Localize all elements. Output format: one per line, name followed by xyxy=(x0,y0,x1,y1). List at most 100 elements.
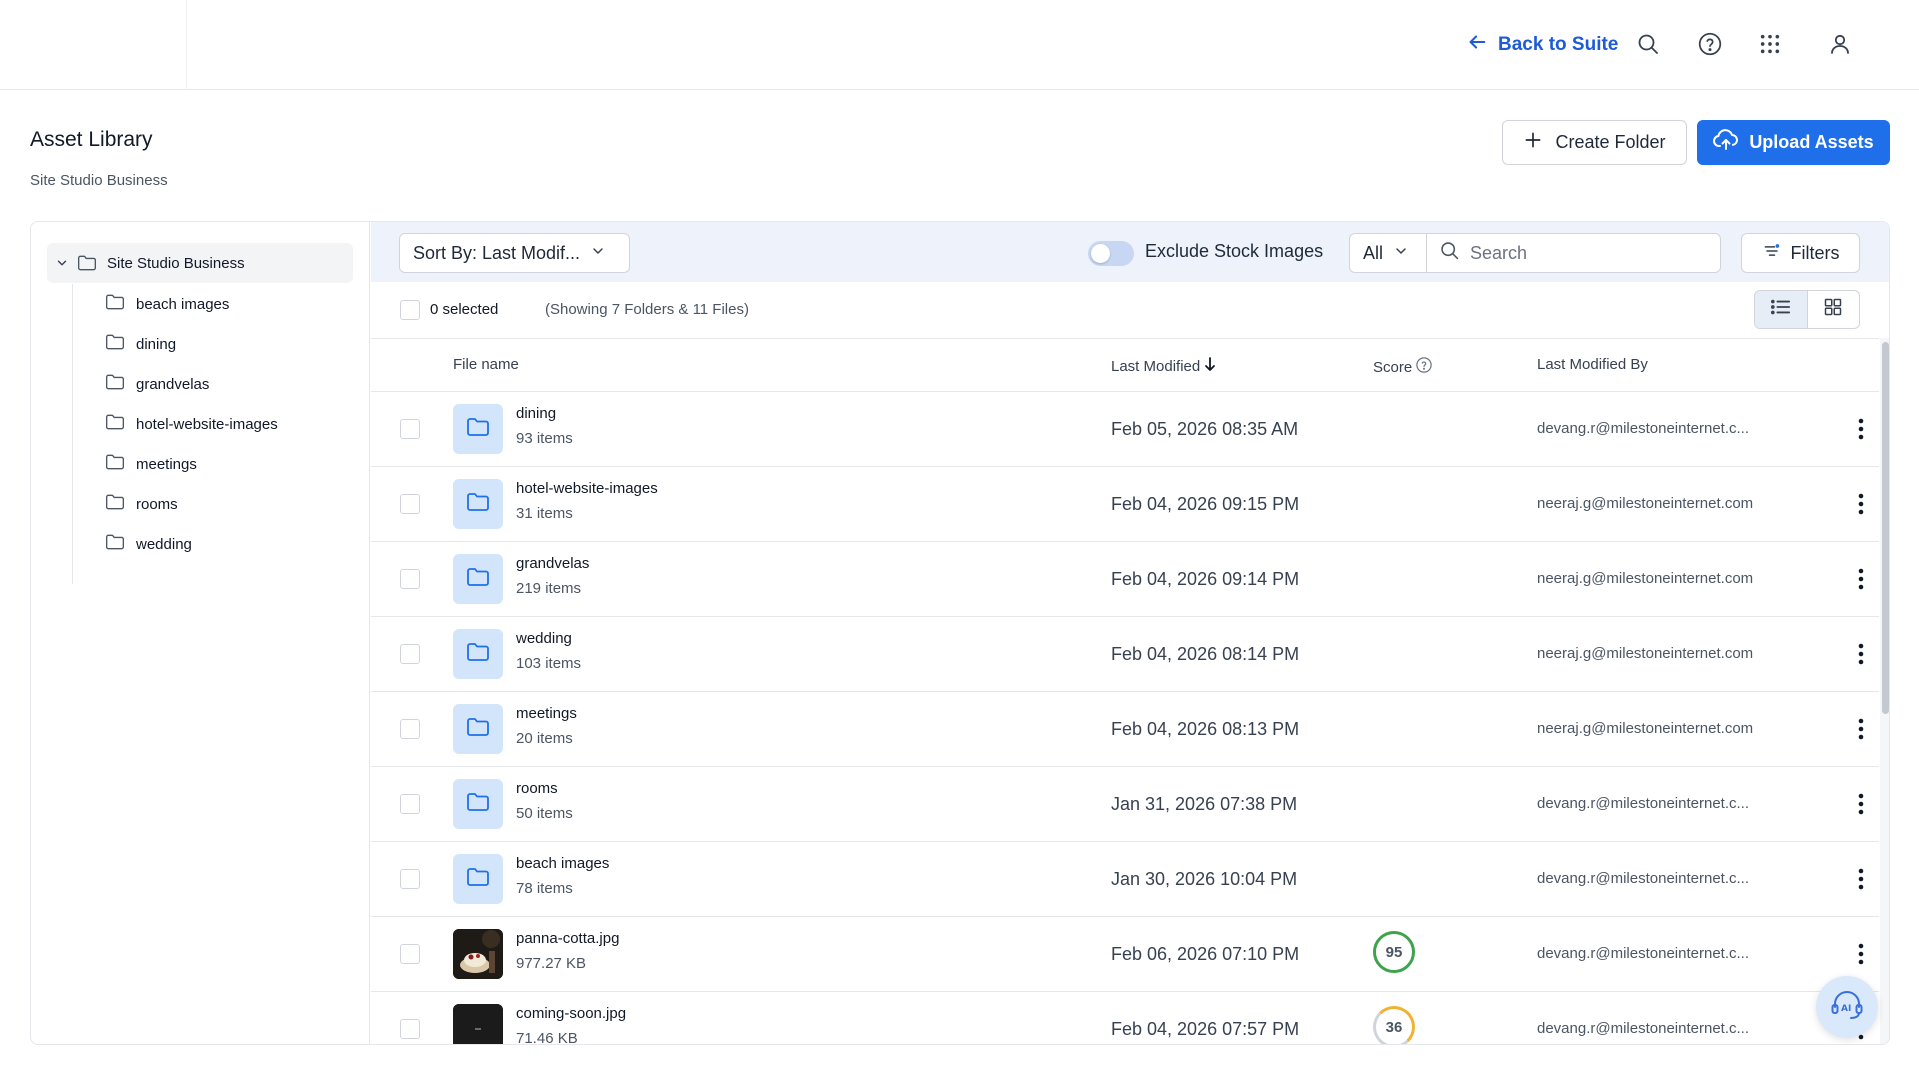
folder-thumbnail xyxy=(453,479,503,529)
column-score[interactable]: Score xyxy=(1373,356,1433,378)
more-options-icon[interactable] xyxy=(1851,940,1871,968)
last-modified-by: neeraj.g@milestoneinternet.com xyxy=(1537,495,1754,512)
more-options-icon[interactable] xyxy=(1851,415,1871,443)
table-header: File name Last Modified Score Last Modif… xyxy=(371,338,1879,392)
last-modified-date: Jan 30, 2026 10:04 PM xyxy=(1111,869,1298,889)
tree-item-meetings[interactable]: meetings xyxy=(105,446,197,482)
upload-assets-button[interactable]: Upload Assets xyxy=(1697,120,1890,165)
folder-thumbnail xyxy=(453,629,503,679)
tree-item-wedding[interactable]: wedding xyxy=(105,526,192,562)
file-name[interactable]: beach images xyxy=(516,855,609,872)
table-row[interactable]: dining 93 items Feb 05, 2026 08:35 AM de… xyxy=(371,392,1879,467)
select-all-checkbox[interactable] xyxy=(400,300,420,320)
row-checkbox[interactable] xyxy=(400,419,420,439)
last-modified-by: devang.r@milestoneinternet.c... xyxy=(1537,1020,1749,1037)
row-checkbox[interactable] xyxy=(400,944,420,964)
file-table-body: dining 93 items Feb 05, 2026 08:35 AM de… xyxy=(371,392,1879,1044)
list-view-button[interactable] xyxy=(1755,291,1808,328)
tree-item-label: beach images xyxy=(136,295,230,313)
file-name[interactable]: meetings xyxy=(516,705,577,722)
row-checkbox[interactable] xyxy=(400,794,420,814)
table-row[interactable]: meetings 20 items Feb 04, 2026 08:13 PM … xyxy=(371,692,1879,767)
create-folder-button[interactable]: Create Folder xyxy=(1502,120,1687,165)
dessert-photo-icon xyxy=(453,929,503,979)
folder-icon xyxy=(105,493,125,515)
table-row[interactable]: panna-cotta.jpg 977.27 KB Feb 06, 2026 0… xyxy=(371,917,1879,992)
sort-dropdown[interactable]: Sort By: Last Modif... xyxy=(399,233,630,273)
more-options-icon[interactable] xyxy=(1851,715,1871,743)
file-name[interactable]: wedding xyxy=(516,630,572,647)
file-name[interactable]: panna-cotta.jpg xyxy=(516,930,619,947)
score-badge: 95 xyxy=(1373,931,1415,973)
folder-thumbnail xyxy=(453,404,503,454)
folder-icon xyxy=(105,373,125,395)
ai-assistant-button[interactable]: AI xyxy=(1816,976,1878,1038)
exclude-stock-toggle[interactable] xyxy=(1088,241,1134,266)
table-scrollbar[interactable] xyxy=(1880,338,1889,1044)
more-options-icon[interactable] xyxy=(1851,565,1871,593)
filters-button[interactable]: Filters xyxy=(1741,233,1860,273)
info-icon[interactable] xyxy=(1415,356,1433,378)
row-checkbox[interactable] xyxy=(400,644,420,664)
file-name[interactable]: grandvelas xyxy=(516,555,589,572)
search-input[interactable] xyxy=(1470,242,1710,264)
file-name[interactable]: coming-soon.jpg xyxy=(516,1005,626,1022)
last-modified-date: Feb 04, 2026 07:57 PM xyxy=(1111,1019,1300,1039)
tree-item-label: meetings xyxy=(136,455,197,473)
tree-item-grandvelas[interactable]: grandvelas xyxy=(105,366,209,402)
row-checkbox[interactable] xyxy=(400,494,420,514)
row-checkbox[interactable] xyxy=(400,569,420,589)
table-row[interactable]: hotel-website-images 31 items Feb 04, 20… xyxy=(371,467,1879,542)
search-field[interactable] xyxy=(1426,233,1721,273)
tree-item-label: hotel-website-images xyxy=(136,415,278,433)
more-options-icon[interactable] xyxy=(1851,640,1871,668)
folder-icon xyxy=(466,491,490,518)
table-row[interactable]: wedding 103 items Feb 04, 2026 08:14 PM … xyxy=(371,617,1879,692)
last-modified-date: Feb 04, 2026 09:14 PM xyxy=(1111,569,1300,589)
folder-icon xyxy=(466,866,490,893)
table-row[interactable]: rooms 50 items Jan 31, 2026 07:38 PM dev… xyxy=(371,767,1879,842)
last-modified-date: Feb 04, 2026 09:15 PM xyxy=(1111,494,1300,514)
file-name[interactable]: dining xyxy=(516,405,556,422)
folder-icon xyxy=(466,641,490,668)
create-folder-label: Create Folder xyxy=(1555,132,1666,152)
tree-item-beach-images[interactable]: beach images xyxy=(105,286,229,322)
more-options-icon[interactable] xyxy=(1851,490,1871,518)
toggle-knob xyxy=(1091,244,1110,263)
file-name[interactable]: hotel-website-images xyxy=(516,480,658,497)
coming-soon-photo-icon xyxy=(453,1004,503,1044)
table-row[interactable]: beach images 78 items Jan 30, 2026 10:04… xyxy=(371,842,1879,917)
search-icon[interactable] xyxy=(1630,26,1666,62)
file-size: 977.27 KB xyxy=(516,955,587,972)
svg-text:AI: AI xyxy=(1841,1004,1851,1014)
chevron-down-icon[interactable] xyxy=(47,256,77,270)
row-checkbox[interactable] xyxy=(400,869,420,889)
last-modified-by: devang.r@milestoneinternet.c... xyxy=(1537,420,1749,437)
grid-view-button[interactable] xyxy=(1808,291,1860,328)
column-file-name[interactable]: File name xyxy=(453,356,519,373)
table-row[interactable]: grandvelas 219 items Feb 04, 2026 09:14 … xyxy=(371,542,1879,617)
image-thumbnail xyxy=(453,1004,503,1044)
table-row[interactable]: coming-soon.jpg 71.46 KB Feb 04, 2026 07… xyxy=(371,992,1879,1044)
folder-icon xyxy=(105,533,125,555)
tree-root-site-studio-business[interactable]: Site Studio Business xyxy=(47,243,353,283)
scrollbar-thumb[interactable] xyxy=(1882,342,1889,714)
back-to-suite-link[interactable]: Back to Suite xyxy=(1466,28,1618,62)
type-filter-select[interactable]: All xyxy=(1349,233,1427,273)
help-icon[interactable] xyxy=(1692,26,1728,62)
row-checkbox[interactable] xyxy=(400,719,420,739)
tree-item-hotel-website-images[interactable]: hotel-website-images xyxy=(105,406,278,442)
selected-count: 0 selected xyxy=(430,301,499,318)
user-icon[interactable] xyxy=(1822,26,1858,62)
apps-grid-icon[interactable] xyxy=(1752,26,1788,62)
more-options-icon[interactable] xyxy=(1851,790,1871,818)
column-label: Last Modified By xyxy=(1537,356,1648,373)
row-checkbox[interactable] xyxy=(400,1019,420,1039)
more-options-icon[interactable] xyxy=(1851,865,1871,893)
tree-item-rooms[interactable]: rooms xyxy=(105,486,178,522)
column-last-modified-by[interactable]: Last Modified By xyxy=(1537,356,1648,373)
chevron-down-icon xyxy=(590,243,606,264)
tree-item-dining[interactable]: dining xyxy=(105,326,176,362)
file-name[interactable]: rooms xyxy=(516,780,558,797)
column-last-modified[interactable]: Last Modified xyxy=(1111,356,1217,376)
